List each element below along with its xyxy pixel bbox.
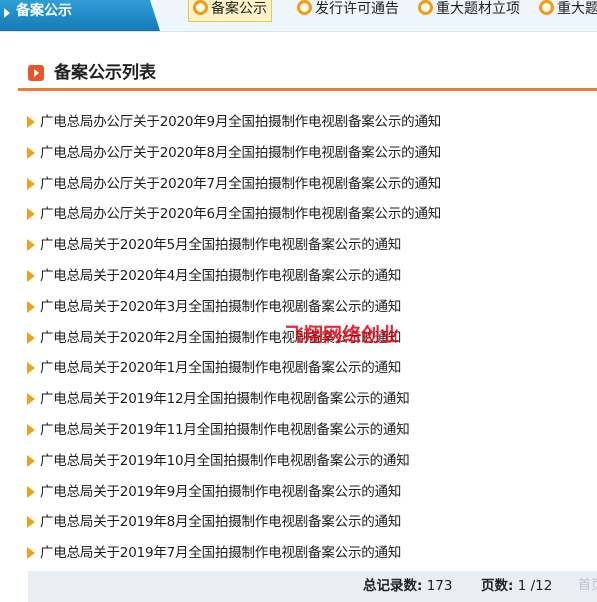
list-item: 广电总局关于2020年5月全国拍摄制作电视剧备案公示的通知 bbox=[24, 229, 597, 260]
triangle-bullet-icon bbox=[27, 177, 35, 190]
triangle-bullet-icon bbox=[27, 547, 35, 560]
circle-icon bbox=[193, 0, 208, 15]
page: 备案公示 备案公示 发行许可通告 重大题材立项 重大题 备案公示列表 广电总局办… bbox=[0, 0, 597, 602]
triangle-bullet-icon bbox=[27, 146, 35, 159]
triangle-bullet-icon bbox=[27, 300, 35, 313]
circle-icon bbox=[539, 0, 554, 15]
page-count-label: 页数: bbox=[481, 578, 514, 594]
notice-link[interactable]: 广电总局关于2020年1月全国拍摄制作电视剧备案公示的通知 bbox=[40, 360, 401, 376]
triangle-bullet-icon bbox=[27, 208, 35, 221]
page-title: 备案公示列表 bbox=[54, 63, 156, 83]
tab-label: 重大题 bbox=[557, 1, 597, 17]
list-item: 广电总局关于2020年3月全国拍摄制作电视剧备案公示的通知 bbox=[24, 291, 597, 322]
notice-link[interactable]: 广电总局关于2020年3月全国拍摄制作电视剧备案公示的通知 bbox=[40, 299, 401, 315]
tab-major-subject-more[interactable]: 重大题 bbox=[539, 0, 597, 22]
tab-major-subject[interactable]: 重大题材立项 bbox=[418, 0, 520, 22]
tab-label: 发行许可通告 bbox=[315, 1, 399, 17]
section-tab-label: 备案公示 bbox=[16, 3, 72, 19]
tab-filing-notice[interactable]: 备案公示 bbox=[188, 0, 272, 22]
triangle-bullet-icon bbox=[27, 393, 35, 406]
tab-distribution-license[interactable]: 发行许可通告 bbox=[297, 0, 399, 22]
notice-link[interactable]: 广电总局办公厅关于2020年6月全国拍摄制作电视剧备案公示的通知 bbox=[40, 206, 441, 222]
notice-link[interactable]: 广电总局关于2019年12月全国拍摄制作电视剧备案公示的通知 bbox=[40, 391, 410, 407]
list-item: 广电总局办公厅关于2020年9月全国拍摄制作电视剧备案公示的通知 bbox=[24, 106, 597, 137]
list-item: 广电总局关于2019年8月全国拍摄制作电视剧备案公示的通知 bbox=[24, 506, 597, 537]
triangle-right-icon bbox=[4, 8, 10, 18]
triangle-bullet-icon bbox=[27, 362, 35, 375]
circle-icon bbox=[297, 0, 312, 15]
notice-link[interactable]: 广电总局关于2019年11月全国拍摄制作电视剧备案公示的通知 bbox=[40, 422, 410, 438]
list-item: 广电总局办公厅关于2020年6月全国拍摄制作电视剧备案公示的通知 bbox=[24, 198, 597, 229]
triangle-bullet-icon bbox=[27, 239, 35, 252]
notice-link[interactable]: 广电总局关于2020年5月全国拍摄制作电视剧备案公示的通知 bbox=[40, 237, 401, 253]
triangle-bullet-icon bbox=[27, 454, 35, 467]
list-item: 广电总局关于2020年1月全国拍摄制作电视剧备案公示的通知 bbox=[24, 352, 597, 383]
notice-link[interactable]: 广电总局办公厅关于2020年7月全国拍摄制作电视剧备案公示的通知 bbox=[40, 176, 441, 192]
total-records: 总记录数: 173 bbox=[363, 571, 452, 601]
pagination-bar: 总记录数: 173 页数: 1 /12 首页 bbox=[28, 571, 597, 602]
list-item: 广电总局关于2019年10月全国拍摄制作电视剧备案公示的通知 bbox=[24, 445, 597, 476]
page-count: 页数: 1 /12 bbox=[481, 571, 552, 601]
list-item: 广电总局办公厅关于2020年7月全国拍摄制作电视剧备案公示的通知 bbox=[24, 168, 597, 199]
circle-icon bbox=[418, 0, 433, 15]
list-item: 广电总局办公厅关于2020年8月全国拍摄制作电视剧备案公示的通知 bbox=[24, 137, 597, 168]
total-records-value: 173 bbox=[426, 578, 453, 594]
tab-label: 备案公示 bbox=[211, 1, 267, 17]
notice-link[interactable]: 广电总局关于2020年4月全国拍摄制作电视剧备案公示的通知 bbox=[40, 268, 401, 284]
list-item: 广电总局关于2020年4月全国拍摄制作电视剧备案公示的通知 bbox=[24, 260, 597, 291]
notice-link[interactable]: 广电总局关于2019年8月全国拍摄制作电视剧备案公示的通知 bbox=[40, 514, 401, 530]
first-page-link[interactable]: 首页 bbox=[578, 571, 597, 601]
triangle-bullet-icon bbox=[27, 116, 35, 128]
list-item: 广电总局关于2019年11月全国拍摄制作电视剧备案公示的通知 bbox=[24, 414, 597, 445]
watermark: 飞翔网络创业 bbox=[285, 324, 400, 346]
notice-link[interactable]: 广电总局关于2019年10月全国拍摄制作电视剧备案公示的通知 bbox=[40, 453, 410, 469]
list-item: 广电总局关于2019年9月全国拍摄制作电视剧备案公示的通知 bbox=[24, 476, 597, 507]
triangle-bullet-icon bbox=[27, 331, 35, 344]
page-count-value: 1 /12 bbox=[517, 578, 553, 594]
section-tab[interactable]: 备案公示 bbox=[0, 0, 160, 31]
panel-header: 备案公示列表 bbox=[18, 58, 597, 88]
notice-link[interactable]: 广电总局办公厅关于2020年8月全国拍摄制作电视剧备案公示的通知 bbox=[40, 145, 441, 161]
triangle-bullet-icon bbox=[27, 269, 35, 282]
title-divider bbox=[18, 88, 597, 91]
play-square-icon bbox=[28, 65, 44, 81]
triangle-bullet-icon bbox=[27, 485, 35, 498]
triangle-bullet-icon bbox=[27, 516, 35, 529]
list-item: 广电总局关于2019年7月全国拍摄制作电视剧备案公示的通知 bbox=[24, 537, 597, 568]
triangle-bullet-icon bbox=[27, 423, 35, 436]
list-item: 广电总局关于2019年12月全国拍摄制作电视剧备案公示的通知 bbox=[24, 383, 597, 414]
notice-link[interactable]: 广电总局关于2019年7月全国拍摄制作电视剧备案公示的通知 bbox=[40, 545, 401, 561]
tab-label: 重大题材立项 bbox=[436, 1, 520, 17]
total-records-label: 总记录数: bbox=[363, 578, 423, 594]
notice-link[interactable]: 广电总局办公厅关于2020年9月全国拍摄制作电视剧备案公示的通知 bbox=[40, 114, 441, 130]
notice-link[interactable]: 广电总局关于2019年9月全国拍摄制作电视剧备案公示的通知 bbox=[40, 484, 401, 500]
tab-bar: 备案公示 备案公示 发行许可通告 重大题材立项 重大题 bbox=[0, 0, 597, 32]
